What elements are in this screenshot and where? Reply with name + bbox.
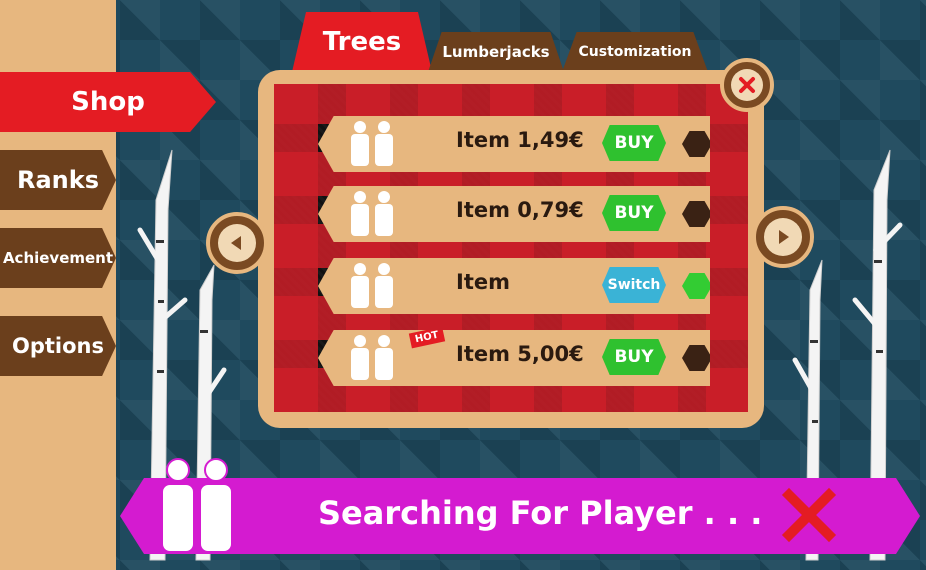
switch-button[interactable]: Switch — [602, 267, 666, 303]
buy-button[interactable]: BUY — [602, 339, 666, 375]
lumberjack-silhouette-icon — [351, 121, 393, 166]
prev-page-button[interactable] — [206, 212, 268, 274]
buy-button[interactable]: BUY — [602, 125, 666, 161]
sidebar-item-label: Shop — [71, 87, 145, 117]
list-item: HOT Item 5,00€ BUY — [318, 330, 710, 386]
selection-indicator — [682, 273, 710, 299]
item-label: Item 0,79€ — [456, 198, 584, 222]
cancel-x-icon — [781, 487, 837, 543]
selection-indicator — [682, 131, 710, 157]
buy-button-label: BUY — [614, 133, 654, 153]
lumberjack-silhouette-icon — [161, 458, 233, 553]
tab-customization[interactable]: Customization — [562, 32, 708, 72]
close-icon — [730, 68, 764, 102]
selection-indicator — [682, 201, 710, 227]
next-page-button[interactable] — [752, 206, 814, 268]
lumberjack-silhouette-icon — [351, 335, 393, 380]
lumberjack-silhouette-icon — [351, 263, 393, 308]
sidebar-item-ranks[interactable]: Ranks — [0, 150, 116, 210]
selection-indicator — [682, 345, 710, 371]
close-button[interactable] — [720, 58, 774, 112]
list-item: Item 1,49€ BUY — [318, 116, 710, 172]
lumberjack-silhouette-icon — [351, 191, 393, 236]
tab-label: Lumberjacks — [442, 43, 550, 61]
buy-button[interactable]: BUY — [602, 195, 666, 231]
tab-label: Trees — [322, 27, 402, 57]
status-text: Searching For Player . . . — [318, 494, 763, 532]
cancel-search-button[interactable] — [778, 484, 840, 546]
item-label: Item 5,00€ — [456, 342, 584, 366]
buy-button-label: BUY — [614, 203, 654, 223]
tab-label: Customization — [578, 44, 692, 60]
sidebar-item-label: Options — [12, 334, 104, 358]
buy-button-label: BUY — [614, 347, 654, 367]
sidebar-item-achievement[interactable]: Achievement — [0, 228, 116, 288]
sidebar-item-options[interactable]: Options — [0, 316, 116, 376]
switch-button-label: Switch — [607, 277, 661, 293]
item-label: Item 1,49€ — [456, 128, 584, 152]
sidebar-item-label: Achievement — [2, 249, 114, 267]
sidebar-item-shop[interactable]: Shop — [0, 72, 216, 132]
chevron-right-icon — [764, 218, 802, 256]
item-label: Item — [456, 270, 510, 294]
sidebar-item-label: Ranks — [16, 166, 99, 194]
tab-lumberjacks[interactable]: Lumberjacks — [428, 32, 564, 72]
list-item: Item Switch — [318, 258, 710, 314]
chevron-left-icon — [218, 224, 256, 262]
tab-trees[interactable]: Trees — [292, 12, 432, 72]
list-item: Item 0,79€ BUY — [318, 186, 710, 242]
